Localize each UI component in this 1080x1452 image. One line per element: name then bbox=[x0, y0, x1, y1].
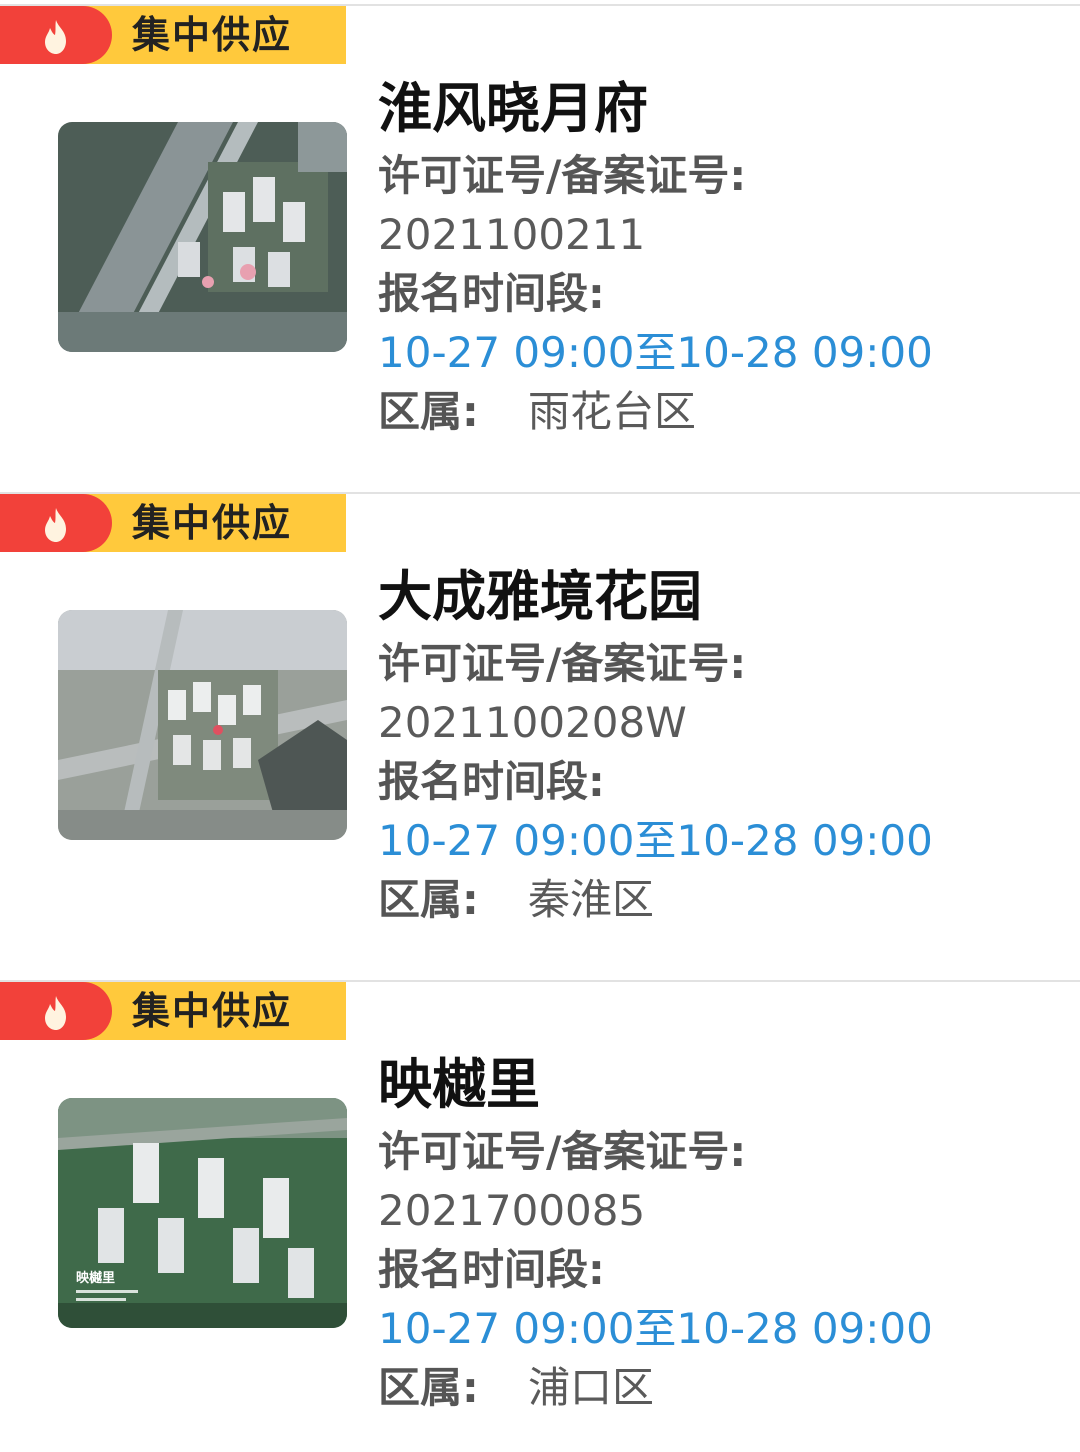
district-value: 浦口区 bbox=[528, 1363, 655, 1412]
license-label: 许可证号/备案证号: bbox=[378, 151, 747, 200]
badge-pill bbox=[0, 982, 112, 1040]
registration-time: 10-27 09:00至10-28 09:00 bbox=[378, 1304, 933, 1353]
listing-info: 大成雅境花园 许可证号/备案证号: 2021100208W 报名时间段: 10-… bbox=[378, 560, 1068, 929]
license-number: 2021100208W bbox=[378, 698, 687, 747]
listing-info: 淮风晓月府 许可证号/备案证号: 2021100211 报名时间段: 10-27… bbox=[378, 72, 1068, 441]
listing-list: 集中供应 淮风晓月府 许可证号/备案证号: 2021100211 报名时间段: … bbox=[0, 0, 1080, 1452]
aerial-render-image: 映樾里 bbox=[58, 1098, 347, 1328]
property-image[interactable] bbox=[58, 122, 347, 352]
property-image[interactable]: 映樾里 bbox=[58, 1098, 347, 1328]
district-value: 雨花台区 bbox=[528, 387, 697, 436]
flame-icon bbox=[45, 996, 66, 1030]
thumb-caption: 映樾里 bbox=[76, 1270, 115, 1285]
district-row: 区属: 秦淮区 bbox=[378, 870, 1068, 929]
badge-label: 集中供应 bbox=[132, 989, 293, 1033]
license-label: 许可证号/备案证号: bbox=[378, 1127, 747, 1176]
property-name[interactable]: 大成雅境花园 bbox=[378, 560, 1068, 634]
badge-pill bbox=[0, 494, 112, 552]
listing-card[interactable]: 集中供应 映樾里 映樾里 许可证号/备案证号: 2021700085 报名时间段… bbox=[0, 980, 1080, 1452]
badge-label: 集中供应 bbox=[132, 501, 293, 545]
district-label: 区属: bbox=[378, 387, 479, 436]
time-label: 报名时间段: bbox=[378, 269, 605, 318]
license-number: 2021700085 bbox=[378, 1186, 646, 1235]
badge-label: 集中供应 bbox=[132, 13, 293, 57]
district-row: 区属: 浦口区 bbox=[378, 1358, 1068, 1417]
listing-info: 映樾里 许可证号/备案证号: 2021700085 报名时间段: 10-27 0… bbox=[378, 1048, 1068, 1417]
registration-time: 10-27 09:00至10-28 09:00 bbox=[378, 328, 933, 377]
supply-badge: 集中供应 bbox=[0, 6, 346, 64]
license-number: 2021100211 bbox=[378, 210, 646, 259]
listing-card[interactable]: 集中供应 淮风晓月府 许可证号/备案证号: 2021100211 报名时间段: … bbox=[0, 4, 1080, 492]
badge-pill bbox=[0, 6, 112, 64]
aerial-render-image bbox=[58, 610, 347, 840]
district-row: 区属: 雨花台区 bbox=[378, 382, 1068, 441]
district-label: 区属: bbox=[378, 875, 479, 924]
property-name[interactable]: 映樾里 bbox=[378, 1048, 1068, 1122]
aerial-render-image bbox=[58, 122, 347, 352]
property-image[interactable] bbox=[58, 610, 347, 840]
flame-icon bbox=[45, 20, 66, 54]
registration-time: 10-27 09:00至10-28 09:00 bbox=[378, 816, 933, 865]
supply-badge: 集中供应 bbox=[0, 494, 346, 552]
district-label: 区属: bbox=[378, 1363, 479, 1412]
time-label: 报名时间段: bbox=[378, 757, 605, 806]
flame-icon bbox=[45, 508, 66, 542]
property-name[interactable]: 淮风晓月府 bbox=[378, 72, 1068, 146]
license-label: 许可证号/备案证号: bbox=[378, 639, 747, 688]
time-label: 报名时间段: bbox=[378, 1245, 605, 1294]
district-value: 秦淮区 bbox=[528, 875, 655, 924]
listing-card[interactable]: 集中供应 大成雅境花园 许可证号/备案证号: 2021100208W 报名时间段… bbox=[0, 492, 1080, 980]
supply-badge: 集中供应 bbox=[0, 982, 346, 1040]
